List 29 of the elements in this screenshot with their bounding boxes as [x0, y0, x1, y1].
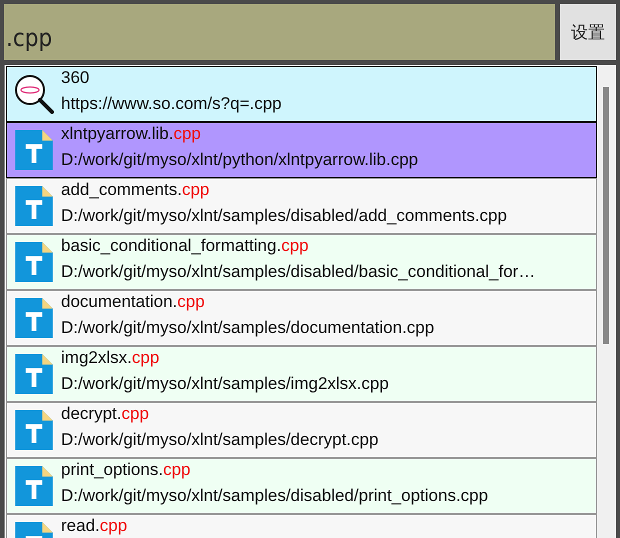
text-file-icon — [14, 186, 54, 226]
result-path: D:/work/git/myso/xlnt/samples/documentation.cpp — [61, 319, 434, 337]
settings-button[interactable]: 设置 — [560, 4, 616, 60]
result-title: print_options.cpp — [61, 461, 192, 479]
result-title: xlntpyarrow.lib.cpp — [61, 125, 202, 143]
text-file-icon — [14, 298, 54, 338]
result-title: decrypt.cpp — [61, 405, 150, 423]
text-file-icon — [14, 466, 54, 506]
text-file-icon — [14, 410, 54, 450]
result-title: basic_conditional_formatting.cpp — [61, 237, 310, 255]
result-path: D:/work/git/myso/xlnt/samples/img2xlsx.cpp — [61, 375, 389, 393]
text-file-icon — [14, 130, 54, 170]
result-title: add_comments.cpp — [61, 181, 210, 199]
result-item[interactable]: basic_conditional_formatting.cpp D:/work/git/myso/xlnt/samples/disabled/basic_conditional_for… — [6, 234, 597, 290]
result-path: https://www.so.com/s?q=.cpp — [61, 95, 282, 113]
result-path: D:/work/git/myso/xlnt/python/xlntpyarrow.lib.cpp — [61, 151, 418, 169]
result-title: img2xlsx.cpp — [61, 349, 160, 367]
search-field[interactable]: .cpp — [4, 4, 555, 60]
result-path: D:/work/git/myso/xlnt/samples/decrypt.cpp — [61, 431, 378, 449]
result-path: D:/work/git/myso/xlnt/samples/disabled/print_options.cpp — [61, 487, 488, 505]
result-item[interactable]: read.cpp — [6, 514, 597, 538]
magnifier-icon — [13, 73, 55, 115]
result-title: read.cpp — [61, 517, 128, 535]
result-title: documentation.cpp — [61, 293, 206, 311]
text-file-icon — [14, 354, 54, 394]
result-path: D:/work/git/myso/xlnt/samples/disabled/basic_conditional_for… — [61, 263, 536, 281]
result-path: D:/work/git/myso/xlnt/samples/disabled/add_comments.cpp — [61, 207, 507, 225]
result-title: 360 — [61, 69, 90, 87]
text-file-icon — [14, 242, 54, 282]
